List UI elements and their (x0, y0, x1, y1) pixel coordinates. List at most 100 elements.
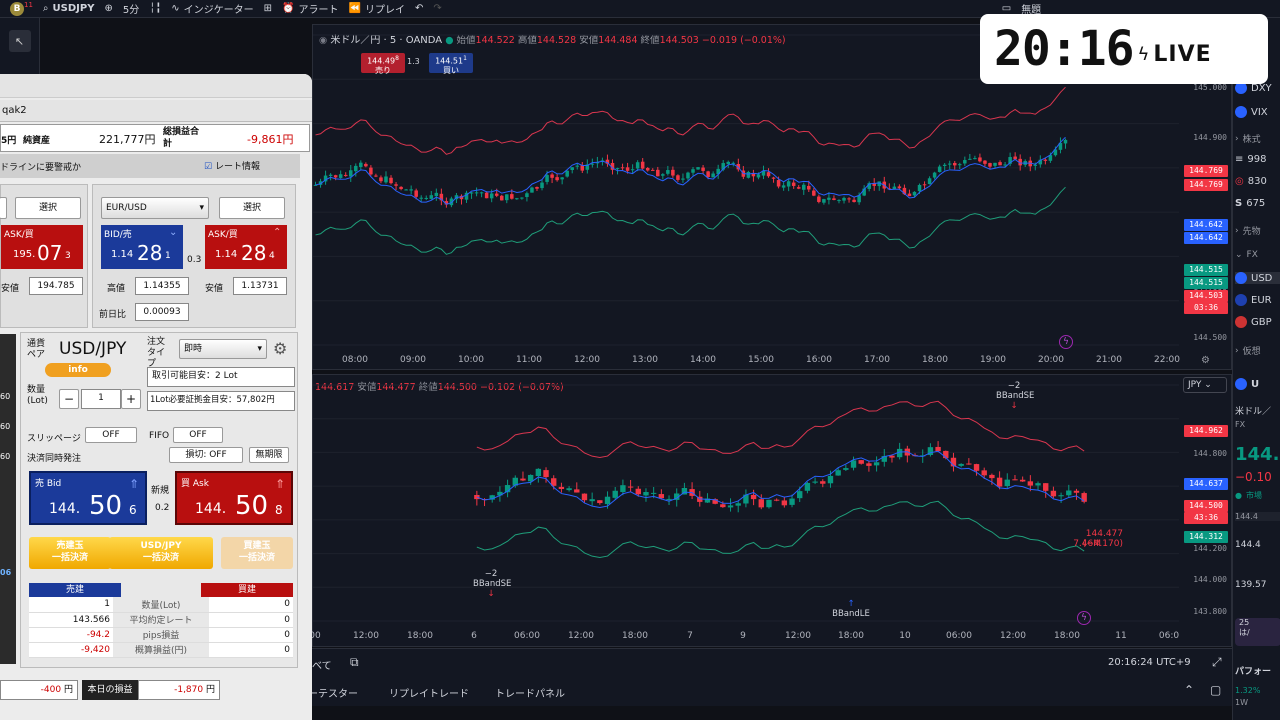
watchlist-item-vix[interactable]: VIX (1235, 106, 1268, 118)
candle-body (543, 470, 549, 478)
stop-loss-toggle[interactable]: 損切: OFF (169, 447, 243, 463)
candle-body (791, 182, 796, 186)
second-chart[interactable]: 144.617 安値144.477 終値144.500 −0.102 (−0.0… (309, 374, 1232, 647)
fullscreen-icon[interactable]: ⤢ (1212, 655, 1222, 670)
performance-title: パフォー (1235, 667, 1272, 677)
clock-time: 20:16 (994, 21, 1134, 77)
indicators-button[interactable]: ∿ インジケーター (171, 1, 253, 16)
time-label: 18:00 (838, 631, 864, 641)
undo-button[interactable]: ↶ (415, 3, 423, 14)
redo-button[interactable]: ↷ (433, 3, 441, 14)
watchlist-item-gbp[interactable]: GBP (1235, 316, 1272, 328)
chart-bottom-bar: べて ⧉ 20:16:24 UTC+9 ⤢ (312, 648, 1232, 678)
order-type-select[interactable]: 即時 ▾ (179, 339, 267, 359)
candle-body (570, 167, 574, 170)
ask-eurusd-label: ASK/買 (208, 230, 238, 240)
watchlist-section-crypto[interactable]: › 仮想 (1235, 344, 1261, 358)
vix-label: VIX (1251, 106, 1268, 118)
settings-gear-icon[interactable]: ⚙ (273, 339, 287, 358)
logo[interactable]: B 11 (10, 1, 33, 16)
left-strip-value-4: 06 (0, 568, 12, 577)
quantity-minus-button[interactable]: − (59, 389, 79, 409)
candle-body (612, 490, 618, 498)
candle-body (727, 505, 734, 508)
watchlist-item-usd[interactable]: USD (1235, 272, 1280, 284)
tab-strategy-tester[interactable]: ーテスター (308, 685, 358, 700)
watchlist-item-eur[interactable]: EUR (1235, 294, 1272, 306)
info-button[interactable]: info (45, 363, 111, 377)
candle-body (643, 492, 649, 496)
time-label: 19:00 (980, 355, 1006, 365)
templates-button[interactable]: ⊞ (264, 3, 272, 14)
close-all-pair-button[interactable]: USD/JPY 一括決済 (109, 537, 213, 569)
cursor-tool-icon[interactable]: ↖ (8, 30, 31, 52)
symbol-search[interactable]: ⌕ USDJPY (43, 3, 95, 14)
fifo-toggle[interactable]: OFF (173, 427, 223, 443)
candle-body (505, 194, 509, 201)
candle-body (581, 493, 588, 501)
currency-select[interactable]: JPY ⌄ (1183, 377, 1227, 393)
watchlist-item-675[interactable]: S 675 (1235, 198, 1265, 209)
chart2-lightning-icon[interactable]: ϟ (1077, 611, 1091, 625)
maximize-icon[interactable]: ▢ (1210, 683, 1221, 697)
ask-buy-button[interactable]: 買 Ask 144. 50 8 ⇑ (175, 471, 293, 525)
order-type-value: 即時 (184, 344, 203, 354)
compare-button[interactable]: ⊕ (104, 3, 112, 14)
tab-replay-trade[interactable]: リプレイトレード (389, 685, 469, 700)
ask-tile-left[interactable]: ASK/買 195. 07 3 (1, 225, 83, 269)
time-label: 12:00 (568, 631, 594, 641)
tab-trade-panel[interactable]: トレードパネル (495, 685, 565, 700)
bid-tile-eurusd[interactable]: BID/売 1.14 28 1 ⌄ (101, 225, 183, 269)
range-all-label[interactable]: べて (312, 657, 332, 672)
interval-button[interactable]: 5分 (123, 1, 139, 16)
high-label-eurusd: 高値 (107, 284, 126, 294)
time-label: 12:00 (1000, 631, 1026, 641)
expiry-toggle[interactable]: 無期限 (249, 447, 289, 463)
watchlist-section-futures[interactable]: › 先物 (1235, 224, 1261, 238)
time-label: 10 (899, 631, 911, 641)
quantity-plus-button[interactable]: + (121, 389, 141, 409)
alert-button[interactable]: ⏰ アラート (282, 1, 338, 16)
replay-button[interactable]: ⏪ リプレイ (349, 1, 405, 16)
slippage-toggle[interactable]: OFF (85, 427, 137, 443)
bid-sell-button[interactable]: 売 Bid 144. 50 6 ⇑ (29, 471, 147, 525)
pair-select-left[interactable] (0, 197, 7, 219)
candle-body (978, 157, 982, 162)
clock-label[interactable]: 20:16:24 UTC+9 (1108, 657, 1191, 668)
candle-body (666, 170, 670, 174)
candle-body (827, 475, 834, 484)
time-label: 08:00 (342, 355, 368, 365)
quote-tile-eurusd: EUR/USD ▾ 選択 BID/売 1.14 28 1 ⌄ 0.3 ASK/買 … (92, 184, 296, 328)
close-all-buy-button[interactable]: 買建玉 一括決済 (221, 537, 293, 569)
price-badge: 144.515 (1184, 264, 1228, 276)
trade-panel: qak2 5円 純資産 221,777円 総損益合計 -9,861円 ドラインに… (0, 74, 312, 720)
eur-label: EUR (1251, 294, 1272, 306)
rate-info-checkbox[interactable]: ☑ レート情報 (204, 159, 260, 172)
pair-select-eurusd[interactable]: EUR/USD ▾ (101, 197, 209, 219)
close-all-sell-button[interactable]: 売建玉 一括決済 (29, 537, 111, 569)
lightning-bolt-icon: ϟ (1137, 43, 1150, 65)
watchlist-item-830[interactable]: ◎ 830 (1235, 176, 1267, 187)
select-pair-button-left[interactable]: 選択 (15, 197, 81, 219)
675-label: 675 (1246, 198, 1266, 209)
chart2-canvas[interactable] (313, 375, 1179, 631)
ask-tile-eurusd[interactable]: ASK/買 1.14 28 4 ⌃ (205, 225, 287, 269)
watchlist-section-stocks[interactable]: › 株式 (1235, 132, 1261, 146)
low-label-eurusd: 安値 (205, 284, 224, 294)
usd-label: USD (1251, 272, 1273, 284)
select-pair-button-eurusd[interactable]: 選択 (219, 197, 285, 219)
watchlist-section-fx[interactable]: ⌄ FX (1235, 250, 1258, 260)
watchlist-item-998[interactable]: ≡ 998 (1235, 154, 1266, 165)
lightning-icon[interactable]: ϟ (1059, 335, 1073, 349)
date-range-icon[interactable]: ⧉ (350, 655, 359, 670)
candle-body (789, 498, 795, 505)
promo-banner[interactable]: 25 は/ (1235, 618, 1280, 646)
candle-body (837, 200, 841, 202)
layout-button[interactable]: ▭ (1002, 3, 1011, 14)
price-level-label: 144.500 (1193, 333, 1227, 342)
chart-type-button[interactable]: ╎╏ (149, 3, 161, 14)
chevron-up-icon[interactable]: ⌃ (1184, 683, 1194, 697)
quantity-input[interactable]: 1 (81, 389, 121, 409)
settings-gear-icon[interactable]: ⚙ (1201, 355, 1210, 366)
candle-body (555, 177, 559, 181)
